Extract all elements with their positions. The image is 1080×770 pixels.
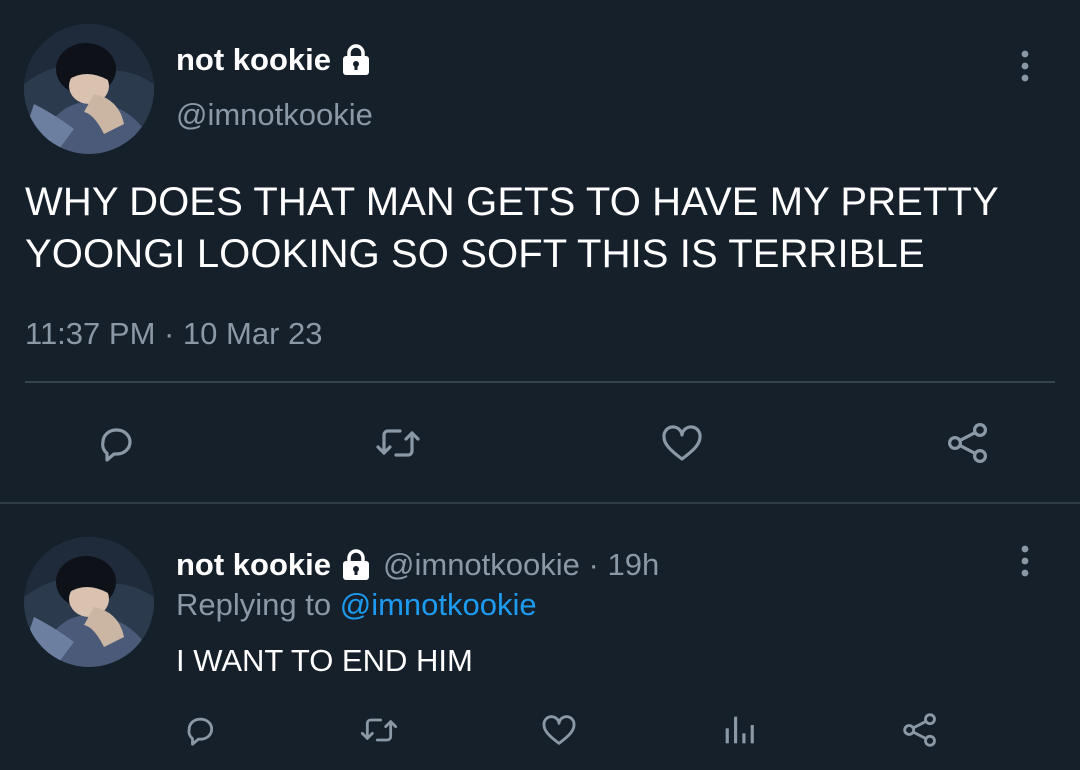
more-options-icon[interactable] (1010, 543, 1040, 579)
like-button[interactable] (656, 417, 708, 469)
avatar[interactable] (24, 24, 154, 154)
tweet-divider (0, 502, 1080, 504)
display-name[interactable]: not kookie (176, 545, 331, 585)
analytics-button[interactable] (717, 708, 761, 752)
time-ago[interactable]: 19h (607, 545, 659, 585)
share-icon (947, 422, 988, 464)
reply-button[interactable] (178, 708, 222, 752)
share-button[interactable] (898, 708, 942, 752)
like-icon (662, 425, 702, 461)
reply-button[interactable] (90, 417, 142, 469)
share-button[interactable] (942, 417, 994, 469)
lock-icon (339, 43, 373, 77)
share-icon (903, 713, 936, 747)
lock-icon (339, 548, 373, 582)
reply-text: I WANT TO END HIM (176, 643, 473, 678)
retweet-icon (376, 429, 420, 457)
handle[interactable]: @imnotkookie (383, 545, 580, 585)
mention-link[interactable]: @imnotkookie (340, 587, 537, 622)
retweet-icon (360, 718, 398, 742)
like-icon (542, 715, 576, 745)
retweet-button[interactable] (372, 417, 424, 469)
more-options-icon[interactable] (1010, 48, 1040, 84)
replying-to: Replying to @imnotkookie (176, 585, 537, 625)
display-name-text[interactable]: not kookie (176, 42, 331, 78)
display-name[interactable]: not kookie (176, 42, 373, 78)
replying-prefix: Replying to (176, 587, 332, 622)
divider (25, 381, 1055, 383)
avatar-image (24, 24, 154, 154)
handle[interactable]: @imnotkookie (176, 97, 373, 133)
tweet-text: WHY DOES THAT MAN GETS TO HAVE MY PRETTY… (25, 180, 999, 276)
reply-icon (101, 428, 132, 462)
separator: · (579, 547, 608, 582)
like-button[interactable] (537, 708, 581, 752)
avatar[interactable] (24, 537, 154, 667)
analytics-icon (725, 716, 754, 744)
reply-header: not kookie @imnotkookie · 19h (176, 545, 659, 585)
timestamp[interactable]: 11:37 PM · 10 Mar 23 (25, 314, 323, 354)
reply-icon (187, 717, 214, 746)
avatar-image (24, 537, 154, 667)
retweet-button[interactable] (357, 708, 401, 752)
